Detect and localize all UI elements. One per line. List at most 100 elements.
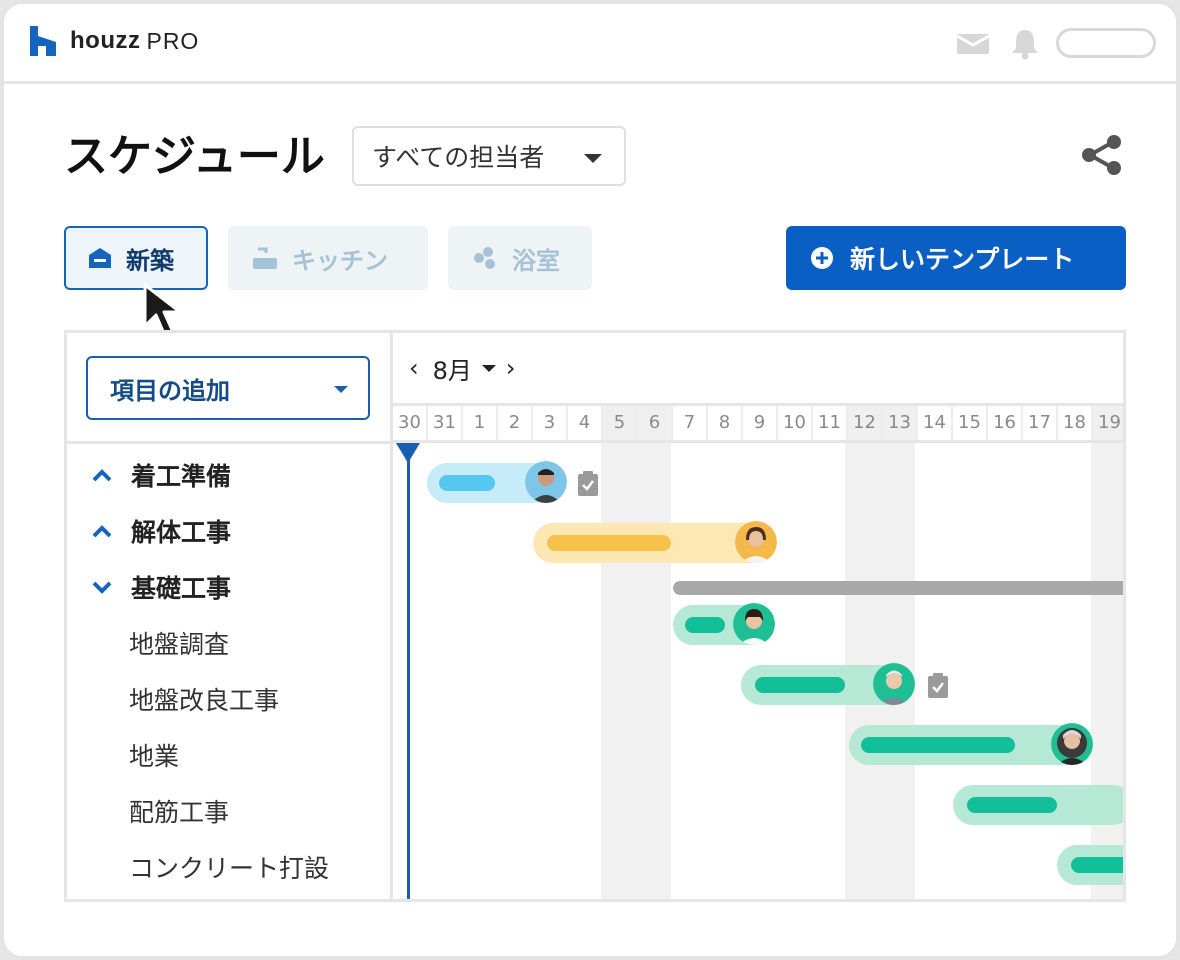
assignee-avatar[interactable] (525, 461, 567, 503)
task-item-label: 地業 (129, 742, 180, 771)
task-bar-progress (967, 797, 1057, 813)
day-header-cell: 15 (953, 406, 988, 440)
task-item[interactable]: 地業 (129, 737, 179, 773)
day-header-cell: 11 (813, 406, 848, 440)
day-header-cell: 17 (1023, 406, 1058, 440)
task-bar-progress (439, 475, 495, 491)
task-group[interactable]: 基礎工事 (91, 569, 231, 605)
day-header-cell: 2 (498, 406, 533, 440)
houzz-logo-icon (30, 26, 56, 56)
task-item-label: 配筋工事 (129, 798, 230, 827)
page-title: スケジュール (64, 131, 325, 182)
template-chip-label: キッチン (292, 246, 388, 275)
profile-menu-pill[interactable] (1056, 28, 1156, 58)
template-chip-kitchen[interactable]: キッチン (228, 226, 428, 290)
chevron-up-icon[interactable] (91, 468, 113, 482)
house-icon (89, 248, 111, 268)
assignee-avatar[interactable] (735, 521, 777, 563)
task-group-label: 着工準備 (131, 462, 232, 491)
prev-month-icon[interactable]: ‹ (409, 354, 419, 382)
assignee-avatar[interactable] (733, 603, 775, 645)
day-header-cell: 18 (1058, 406, 1093, 440)
chevron-down-icon[interactable] (91, 580, 113, 594)
chevron-up-icon[interactable] (91, 524, 113, 538)
task-bar-progress (861, 737, 1015, 753)
task-bar[interactable] (1057, 845, 1123, 885)
day-header-cell: 1 (463, 406, 498, 440)
bubbles-icon (474, 247, 495, 269)
today-marker-icon[interactable] (396, 443, 420, 463)
bell-icon[interactable] (1010, 28, 1040, 60)
plus-circle-icon (811, 247, 833, 269)
day-header-cell: 14 (918, 406, 953, 440)
brand-suffix: PRO (146, 27, 200, 54)
messages-icon[interactable] (956, 30, 990, 56)
chevron-down-icon (584, 154, 602, 163)
add-item-label: 項目の追加 (110, 376, 230, 405)
group-summary-bar[interactable] (673, 581, 1123, 595)
task-bar-progress (1071, 857, 1123, 873)
task-bar-progress (755, 677, 845, 693)
task-item[interactable]: 地盤調査 (129, 625, 229, 661)
new-template-button[interactable]: 新しいテンプレート (786, 226, 1126, 290)
task-item[interactable]: 配筋工事 (129, 793, 229, 829)
top-bar: houzz PRO (4, 4, 1176, 84)
weekend-column (601, 443, 671, 899)
day-header-cell: 12 (848, 406, 883, 440)
divider (67, 441, 393, 444)
month-navigator: ‹ 8月 › (393, 333, 1123, 403)
next-month-icon[interactable]: › (506, 354, 516, 382)
brand-name: houzz (70, 27, 141, 54)
day-header-cell: 9 (743, 406, 778, 440)
template-chip-bath[interactable]: 浴室 (448, 226, 592, 290)
assignee-dropdown-value: すべての担当者 (372, 143, 545, 172)
template-chip-label: 新築 (126, 246, 174, 275)
assignee-avatar[interactable] (1051, 723, 1093, 765)
assignee-avatar[interactable] (873, 663, 915, 705)
day-header-cell: 16 (988, 406, 1023, 440)
day-header-cell: 7 (673, 406, 708, 440)
day-header-cell: 10 (778, 406, 813, 440)
task-group[interactable]: 着工準備 (91, 457, 231, 493)
add-item-dropdown[interactable]: 項目の追加 (86, 356, 370, 420)
houzz-pro-logo[interactable]: houzz PRO (30, 26, 199, 56)
day-header-cell: 19 (1093, 406, 1123, 440)
day-header-cell: 8 (708, 406, 743, 440)
day-header-cell: 5 (603, 406, 638, 440)
template-chip-label: 浴室 (512, 246, 560, 275)
clipboard-check-icon[interactable] (927, 673, 949, 699)
task-item-label: 地盤調査 (129, 630, 230, 659)
task-item[interactable]: 地盤改良工事 (129, 681, 279, 717)
task-group-label: 解体工事 (131, 518, 232, 547)
gantt-timeline: ‹ 8月 › 30 31 1 2 3 4 5 6 7 8 9 10 11 12 13 14 15 16 17 18 19 (393, 333, 1123, 899)
month-label[interactable]: 8月 (433, 351, 472, 386)
task-group-label: 基礎工事 (131, 574, 232, 603)
task-bar-progress (685, 617, 725, 633)
day-header-cell: 4 (568, 406, 603, 440)
new-template-label: 新しいテンプレート (850, 245, 1075, 274)
day-header-cell: 3 (533, 406, 568, 440)
task-group[interactable]: 解体工事 (91, 513, 231, 549)
task-item-label: 地盤改良工事 (129, 686, 280, 715)
faucet-icon (253, 247, 277, 269)
day-header-cell: 31 (428, 406, 463, 440)
task-bar-progress (547, 535, 671, 551)
day-header: 30 31 1 2 3 4 5 6 7 8 9 10 11 12 13 14 15 16 17 18 19 (393, 403, 1123, 443)
schedule-panel: 項目の追加 着工準備 解体工事 基礎工事 地盤調査 地盤改良工事 地業 配筋工事… (64, 330, 1126, 902)
day-header-cell: 6 (638, 406, 673, 440)
day-header-cell: 30 (393, 406, 428, 440)
task-bar[interactable] (953, 785, 1123, 825)
chevron-down-icon[interactable] (481, 364, 496, 372)
task-item-label: コンクリート打設 (129, 854, 330, 883)
task-list: 項目の追加 着工準備 解体工事 基礎工事 地盤調査 地盤改良工事 地業 配筋工事… (67, 333, 393, 899)
weekend-column (1091, 443, 1123, 899)
assignee-dropdown[interactable]: すべての担当者 (352, 126, 626, 186)
chevron-down-icon (334, 386, 348, 393)
clipboard-check-icon[interactable] (577, 471, 599, 497)
app-window: houzz PRO スケジュール すべての担当者 新築 キッチン 浴室 新しいテ… (0, 0, 1180, 960)
template-chip-new-build[interactable]: 新築 (64, 226, 208, 290)
day-header-cell: 13 (883, 406, 918, 440)
share-icon[interactable] (1080, 134, 1124, 176)
today-marker-line (407, 443, 410, 899)
task-item[interactable]: コンクリート打設 (129, 849, 329, 885)
